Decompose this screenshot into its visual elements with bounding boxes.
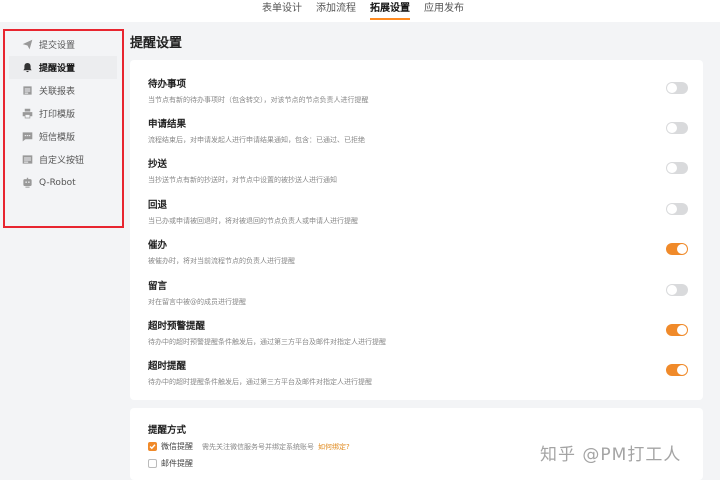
toggle-knob [667, 163, 677, 173]
setting-description: 流程结束后，对申请发起人进行申请结果通知，包含：已通过、已拒绝 [148, 136, 365, 144]
sidebar-item-reminder-settings[interactable]: 提醒设置 [9, 56, 117, 79]
send-icon [21, 39, 33, 51]
reminder-settings-card: 待办事项 当节点有新的待办事项时（包含转交），对该节点的节点负责人进行提醒 申请… [130, 60, 703, 400]
tab-extension-settings[interactable]: 拓展设置 [370, 2, 410, 20]
sidebar-item-label: 关联报表 [39, 87, 76, 97]
sidebar-item-custom-button[interactable]: 自定义按钮 [9, 148, 117, 171]
toggle-knob [677, 365, 687, 375]
sidebar-item-label: Q-Robot [39, 177, 76, 188]
sidebar-item-label: 自定义按钮 [39, 156, 85, 166]
comment-toggle[interactable] [666, 284, 688, 296]
toggle-knob [667, 123, 677, 133]
email-label: 邮件提醒 [161, 459, 193, 468]
sidebar-menu: 提交设置 提醒设置 关联报表 打印模版 短信模版 自定义按钮 Q-Robot [9, 33, 117, 194]
sidebar: 提交设置 提醒设置 关联报表 打印模版 短信模版 自定义按钮 Q-Robot [0, 22, 126, 480]
sidebar-item-label: 提醒设置 [39, 64, 76, 74]
wechat-option: 微信提醒 需先关注微信服务号并绑定系统账号 如何绑定? [148, 441, 350, 452]
urge-toggle[interactable] [666, 243, 688, 255]
list-icon [21, 154, 33, 166]
setting-description: 被催办时，将对当前流程节点的负责人进行提醒 [148, 257, 295, 265]
how-to-bind-link[interactable]: 如何绑定? [318, 442, 350, 452]
message-icon [21, 131, 33, 143]
toggle-knob [677, 244, 687, 254]
sidebar-item-q-robot[interactable]: Q-Robot [9, 171, 117, 194]
page-title: 提醒设置 [130, 36, 183, 51]
setting-title: 申请结果 [148, 119, 187, 130]
setting-row-result: 申请结果 流程结束后，对申请发起人进行申请结果通知，包含：已通过、已拒绝 [148, 116, 688, 156]
wechat-note: 需先关注微信服务号并绑定系统账号 [202, 442, 314, 451]
setting-title: 留言 [148, 281, 168, 292]
todo-toggle[interactable] [666, 82, 688, 94]
tab-app-publish[interactable]: 应用发布 [424, 2, 464, 20]
setting-row-urge: 催办 被催办时，将对当前流程节点的负责人进行提醒 [148, 237, 688, 277]
check-icon [149, 444, 156, 450]
sidebar-item-label: 提交设置 [39, 41, 76, 51]
setting-row-comment: 留言 对在留言中被@的成员进行提醒 [148, 278, 688, 318]
setting-title: 待办事项 [148, 79, 187, 90]
email-checkbox[interactable] [148, 459, 157, 468]
wechat-checkbox[interactable] [148, 442, 157, 451]
robot-icon [21, 177, 33, 189]
setting-description: 对在留言中被@的成员进行提醒 [148, 298, 246, 306]
sidebar-item-label: 打印模版 [39, 110, 76, 120]
setting-row-cc: 抄送 当抄送节点有新的抄送时，对节点中设置的被抄送人进行通知 [148, 156, 688, 196]
rollback-toggle[interactable] [666, 203, 688, 215]
setting-row-rollback: 回退 当已办或申请被回退时，将对被退回的节点负责人或申请人进行提醒 [148, 197, 688, 237]
toggle-knob [667, 204, 677, 214]
sidebar-item-submit-settings[interactable]: 提交设置 [9, 33, 117, 56]
sidebar-item-print-template[interactable]: 打印模版 [9, 102, 117, 125]
result-toggle[interactable] [666, 122, 688, 134]
setting-title: 回退 [148, 200, 168, 211]
email-option: 邮件提醒 [148, 458, 193, 469]
report-icon [21, 85, 33, 97]
watermark: 知乎 @PM打工人 [540, 445, 682, 465]
toggle-knob [667, 285, 677, 295]
sidebar-item-sms-template[interactable]: 短信模版 [9, 125, 117, 148]
setting-title: 抄送 [148, 159, 168, 170]
toggle-knob [667, 83, 677, 93]
cc-toggle[interactable] [666, 162, 688, 174]
setting-row-todo: 待办事项 当节点有新的待办事项时（包含转交），对该节点的节点负责人进行提醒 [148, 76, 688, 116]
setting-title: 超时提醒 [148, 361, 187, 372]
setting-row-timeout: 超时提醒 待办中的超时提醒条件触发后，通过第三方平台及邮件对指定人进行提醒 [148, 358, 688, 398]
setting-title: 催办 [148, 240, 168, 251]
setting-title: 超时预警提醒 [148, 321, 206, 332]
setting-row-timeout-warning: 超时预警提醒 待办中的超时预警提醒条件触发后，通过第三方平台及邮件对指定人进行提… [148, 318, 688, 358]
printer-icon [21, 108, 33, 120]
setting-description: 待办中的超时预警提醒条件触发后，通过第三方平台及邮件对指定人进行提醒 [148, 338, 386, 346]
setting-description: 待办中的超时提醒条件触发后，通过第三方平台及邮件对指定人进行提醒 [148, 378, 372, 386]
setting-description: 当节点有新的待办事项时（包含转交），对该节点的节点负责人进行提醒 [148, 96, 369, 104]
timeout-warning-toggle[interactable] [666, 324, 688, 336]
section-title: 提醒方式 [148, 425, 187, 436]
timeout-toggle[interactable] [666, 364, 688, 376]
tab-add-process[interactable]: 添加流程 [316, 2, 356, 20]
setting-description: 当已办或申请被回退时，将对被退回的节点负责人或申请人进行提醒 [148, 217, 358, 225]
tab-form-design[interactable]: 表单设计 [262, 2, 302, 20]
tab-list: 表单设计 添加流程 拓展设置 应用发布 [262, 2, 464, 20]
setting-description: 当抄送节点有新的抄送时，对节点中设置的被抄送人进行通知 [148, 176, 337, 184]
sidebar-item-label: 短信模版 [39, 133, 76, 143]
top-tab-bar: 表单设计 添加流程 拓展设置 应用发布 [0, 0, 720, 22]
toggle-knob [677, 325, 687, 335]
sidebar-item-linked-report[interactable]: 关联报表 [9, 79, 117, 102]
wechat-label: 微信提醒 [161, 442, 193, 451]
bell-icon [21, 62, 33, 74]
